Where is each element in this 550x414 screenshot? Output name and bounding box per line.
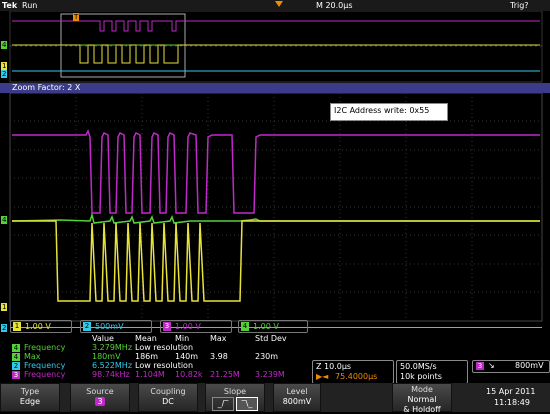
type-button-title: Type (20, 387, 40, 396)
falling-edge-icon[interactable]: ‾\_ (236, 397, 258, 411)
measure-row-mean: Low resolution (135, 343, 194, 352)
measure-header-value: Value (92, 334, 114, 343)
slope-button-title: Slope (223, 387, 247, 396)
mode-button-value2: & Holdoff (403, 405, 441, 414)
ch4-scale-value: 1.00 V (253, 322, 279, 331)
ch1-scale-value: 1.00 V (25, 322, 51, 331)
measure-row-mean: 1.104M (135, 370, 165, 379)
acquisition-panel[interactable]: 50.0MS/s 10k points (396, 360, 468, 384)
measure-row-max: 3.98 (210, 352, 228, 361)
channel-scale-row: 1 1.00 V 2 500mV 3 1.00 V 4 1.00 V (10, 320, 310, 333)
ch1-marker-main[interactable]: 1 (1, 303, 8, 311)
mode-button[interactable]: Mode Normal & Holdoff (392, 383, 452, 414)
ch2-scale-badge: 2 (83, 322, 91, 331)
record-length: 10k points (400, 372, 442, 381)
measure-row-mean: 186m (135, 352, 159, 361)
coupling-button[interactable]: Coupling DC (138, 383, 198, 412)
trigger-level-readout: 800mV (515, 361, 544, 370)
measure-row-max: 21.25M (210, 370, 240, 379)
ch4-scale-badge: 4 (241, 322, 249, 331)
measure-row-min: 140m (175, 352, 199, 361)
ch1-scale-badge: 1 (13, 322, 21, 331)
ch3-scale-badge: 3 (163, 322, 171, 331)
ch2-scale[interactable]: 2 500mV (80, 320, 152, 333)
measure-row-badge: 4 (12, 353, 20, 361)
source-button-title: Source (86, 387, 114, 396)
ch4-scale[interactable]: 4 1.00 V (238, 320, 308, 333)
trigger-slope-icon: ↘ (488, 361, 495, 370)
measure-row-badge: 2 (12, 362, 20, 370)
measure-header-max: Max (210, 334, 227, 343)
measure-row-stddev: 230m (255, 352, 279, 361)
measure-row-name: Frequency (24, 343, 66, 352)
trigger-channel-badge: 3 (476, 362, 484, 370)
sample-rate: 50.0MS/s (400, 362, 437, 371)
measure-row: 3 Frequency 98.74kHz 1.104M 10.82k 21.25… (10, 371, 310, 380)
overview-waveform (9, 11, 543, 83)
timebase-readout: M 20.0μs (316, 1, 353, 10)
measure-row-name: Frequency (24, 361, 66, 370)
measure-row-name: Frequency (24, 370, 66, 379)
annotation-box: I2C Address write: 0x55 (330, 103, 448, 121)
ch3-scale[interactable]: 3 1.00 V (160, 320, 232, 333)
ch4-marker-main[interactable]: 4 (1, 216, 8, 224)
time-label: 11:18:49 (494, 398, 530, 407)
trigger-marker-overview: T (73, 13, 80, 21)
level-button[interactable]: Level 800mV (273, 383, 321, 412)
rising-edge-icon[interactable]: _/‾ (212, 397, 234, 411)
slope-button[interactable]: Slope _/‾ ‾\_ (205, 383, 265, 412)
brand-logo: Tek (2, 1, 18, 10)
timebase-panel[interactable]: Z 10.0μs ▶◄ 75.4000μs (312, 360, 394, 384)
trigger-panel[interactable]: 3 ↘ 800mV (472, 360, 550, 373)
measure-row-badge: 4 (12, 344, 20, 352)
measure-row-name: Max (24, 352, 41, 361)
measure-row-value: 3.279MHz (92, 343, 133, 352)
measure-header-stddev: Std Dev (255, 334, 287, 343)
measurements-table: Value Mean Min Max Std Dev 4 Frequency 3… (10, 335, 310, 381)
coupling-button-value: DC (162, 397, 174, 406)
measure-row-value: 98.74kHz (92, 370, 130, 379)
measure-header-mean: Mean (135, 334, 157, 343)
main-waveform-graticule[interactable] (0, 93, 550, 323)
ch4-marker-overview: 4 (1, 41, 8, 49)
type-button[interactable]: Type Edge (0, 383, 60, 412)
trigger-position-icon (275, 1, 283, 7)
source-button-value: 3 (95, 397, 105, 406)
level-button-title: Level (286, 387, 308, 396)
ch2-marker-overview: 2 (1, 70, 8, 78)
datetime-display: 15 Apr 2011 11:18:49 (486, 385, 548, 411)
mode-button-title: Mode (411, 385, 433, 394)
trigger-position-arrow-icon: ▶◄ (316, 372, 329, 381)
annotation-text: I2C Address write: 0x55 (334, 106, 430, 115)
measure-row-value: 180mV (92, 352, 121, 361)
measure-row-value: 6.522MHz (92, 361, 133, 370)
measure-row-badge: 3 (12, 371, 20, 379)
measure-row-mean: Low resolution (135, 361, 194, 370)
zoom-factor-bar: Zoom Factor: 2 X (0, 83, 550, 93)
trigger-status: Trig? (510, 1, 529, 10)
measure-row-min: 10.82k (175, 370, 203, 379)
type-button-value: Edge (19, 397, 41, 406)
coupling-button-title: Coupling (150, 387, 186, 396)
measure-row-stddev: 3.239M (255, 370, 285, 379)
horizontal-position: 75.4000μs (335, 372, 378, 381)
ch2-scale-value: 500mV (95, 322, 124, 331)
date-label: 15 Apr 2011 (486, 387, 536, 396)
level-button-value: 800mV (282, 397, 312, 406)
ch3-scale-value: 1.00 V (175, 322, 201, 331)
zoom-factor-label: Zoom Factor: 2 X (12, 83, 81, 92)
ch1-scale[interactable]: 1 1.00 V (10, 320, 72, 333)
measure-header-min: Min (175, 334, 190, 343)
source-button[interactable]: Source 3 (70, 383, 130, 412)
run-status: Run (22, 1, 38, 10)
status-bar: Tek Run M 20.0μs Trig? (0, 0, 550, 11)
zoom-timebase: Z 10.0μs (316, 362, 352, 371)
ch2-marker-main[interactable]: 2 (1, 324, 8, 332)
mode-button-value: Normal (407, 395, 437, 404)
ch1-marker-overview: 1 (1, 62, 8, 70)
